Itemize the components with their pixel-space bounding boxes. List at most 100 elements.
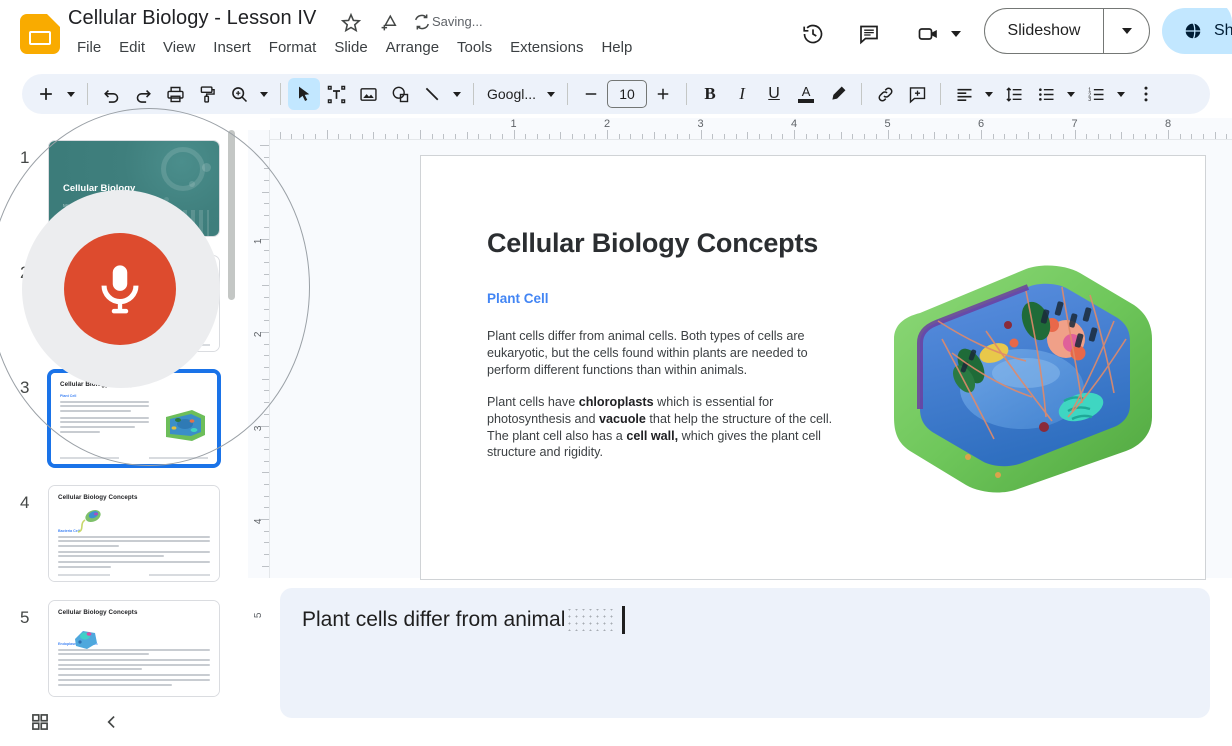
select-tool-button[interactable] — [288, 78, 320, 110]
decor-ring — [161, 147, 205, 191]
insert-image-button[interactable] — [352, 78, 384, 110]
chevron-left-icon[interactable] — [94, 704, 130, 740]
align-dropdown-icon[interactable] — [980, 78, 998, 110]
ruler-tick — [794, 130, 795, 139]
ruler-tick — [455, 134, 457, 139]
ruler-tick — [1086, 134, 1088, 139]
increase-font-size-button[interactable] — [647, 78, 679, 110]
grid-view-icon[interactable] — [22, 704, 58, 740]
ruler-tick — [840, 132, 842, 139]
ruler-tick — [653, 132, 655, 139]
star-icon[interactable] — [340, 12, 362, 34]
menu-slide[interactable]: Slide — [325, 36, 376, 59]
ruler-tick — [560, 132, 562, 139]
sync-icon[interactable] — [412, 12, 434, 34]
line-spacing-button[interactable] — [998, 78, 1030, 110]
slideshow-label: Slideshow — [1007, 22, 1081, 39]
version-history-icon[interactable] — [796, 17, 830, 51]
filmstrip-scrollbar[interactable] — [228, 130, 235, 300]
text-color-button[interactable]: A — [790, 78, 822, 110]
ruler-tick — [981, 130, 982, 139]
text-box-button[interactable] — [320, 78, 352, 110]
speaker-notes-panel[interactable]: Plant cells differ from animal — [280, 588, 1210, 718]
numbered-list-button[interactable]: 1 2 3 — [1080, 78, 1112, 110]
ruler-tick — [264, 402, 269, 404]
font-family-dropdown-icon[interactable] — [542, 78, 560, 110]
insert-shape-button[interactable] — [384, 78, 416, 110]
menu-help[interactable]: Help — [592, 36, 641, 59]
move-to-drive-icon[interactable] — [377, 12, 399, 34]
video-camera-icon[interactable] — [912, 17, 946, 51]
undo-button[interactable] — [95, 78, 127, 110]
ruler-tick — [264, 226, 269, 228]
insert-link-button[interactable] — [869, 78, 901, 110]
slide-paragraph-1[interactable]: Plant cells differ from animal cells. Bo… — [487, 328, 839, 378]
meet-dropdown-caret-icon[interactable] — [946, 17, 966, 51]
ruler-tick — [264, 437, 269, 439]
slide-thumbnail[interactable]: Cellular Biology Concepts Bacteria Cell — [48, 485, 220, 582]
new-slide-dropdown-icon[interactable] — [62, 78, 80, 110]
ruler-tick — [700, 130, 702, 139]
align-button[interactable] — [948, 78, 980, 110]
ruler-tick — [852, 134, 854, 139]
bulleted-list-button[interactable] — [1030, 78, 1062, 110]
ruler-tick — [420, 130, 421, 139]
font-size-input[interactable]: 10 — [607, 80, 648, 108]
comment-icon[interactable] — [852, 17, 886, 51]
slide-canvas[interactable]: Cellular Biology Concepts Plant Cell Pla… — [270, 140, 1232, 580]
zoom-dropdown-icon[interactable] — [255, 78, 273, 110]
menu-view[interactable]: View — [154, 36, 204, 59]
line-dropdown-icon[interactable] — [448, 78, 466, 110]
ruler-number: 6 — [978, 118, 985, 130]
zoom-button[interactable] — [223, 78, 255, 110]
slide-heading-text[interactable]: Plant Cell — [487, 291, 549, 306]
menu-edit[interactable]: Edit — [110, 36, 154, 59]
ruler-tick — [1039, 134, 1041, 139]
toolbar-divider-3 — [473, 83, 474, 105]
add-comment-button[interactable] — [901, 78, 933, 110]
underline-button[interactable]: U — [758, 78, 790, 110]
ruler-tick — [338, 134, 340, 139]
numbered-list-dropdown-icon[interactable] — [1112, 78, 1130, 110]
voice-transcription-text[interactable]: Plant cells differ from animal — [302, 606, 625, 634]
decrease-font-size-button[interactable] — [575, 78, 607, 110]
document-title[interactable]: Cellular Biology - Lesson IV — [68, 7, 316, 30]
paint-format-button[interactable] — [191, 78, 223, 110]
redo-button[interactable] — [127, 78, 159, 110]
highlight-color-button[interactable] — [822, 78, 854, 110]
new-slide-button[interactable] — [30, 78, 62, 110]
microphone-icon[interactable] — [64, 233, 176, 345]
menu-insert[interactable]: Insert — [204, 36, 260, 59]
ruler-tick — [875, 134, 877, 139]
slideshow-dropdown-caret-icon[interactable] — [1104, 28, 1149, 34]
slide-paragraph-2[interactable]: Plant cells have chloroplasts which is e… — [487, 394, 839, 461]
bold-term: vacuole — [599, 411, 646, 426]
print-button[interactable] — [159, 78, 191, 110]
insert-line-button[interactable] — [416, 78, 448, 110]
bold-button[interactable]: B — [694, 78, 726, 110]
menu-file[interactable]: File — [68, 36, 110, 59]
plant-cell-thumbnail-image — [166, 410, 205, 441]
plant-cell-illustration[interactable] — [876, 221, 1161, 511]
ruler-tick — [264, 215, 269, 217]
ruler-number: 3 — [697, 118, 704, 130]
ruler-tick — [922, 134, 924, 139]
share-button[interactable]: Share — [1162, 8, 1232, 54]
more-options-button[interactable] — [1130, 78, 1162, 110]
menu-format[interactable]: Format — [260, 36, 326, 59]
menu-extensions[interactable]: Extensions — [501, 36, 592, 59]
slide-thumbnail[interactable]: Cellular Biology Concepts Endoplasmic re… — [48, 600, 220, 697]
ruler-tick — [349, 134, 351, 139]
current-slide[interactable]: Cellular Biology Concepts Plant Cell Pla… — [420, 155, 1206, 580]
slide-title-text[interactable]: Cellular Biology Concepts — [487, 228, 818, 259]
title-bar: Cellular Biology - Lesson IV Saving... F… — [0, 0, 1232, 68]
bulleted-list-dropdown-icon[interactable] — [1062, 78, 1080, 110]
font-family-selector[interactable]: Googl... — [481, 86, 542, 102]
italic-button[interactable]: I — [726, 78, 758, 110]
ruler-tick — [1179, 134, 1181, 139]
slideshow-button[interactable]: Slideshow — [984, 8, 1150, 54]
ruler-tick — [1132, 134, 1134, 139]
ruler-tick — [264, 273, 269, 275]
menu-tools[interactable]: Tools — [448, 36, 501, 59]
menu-arrange[interactable]: Arrange — [377, 36, 448, 59]
